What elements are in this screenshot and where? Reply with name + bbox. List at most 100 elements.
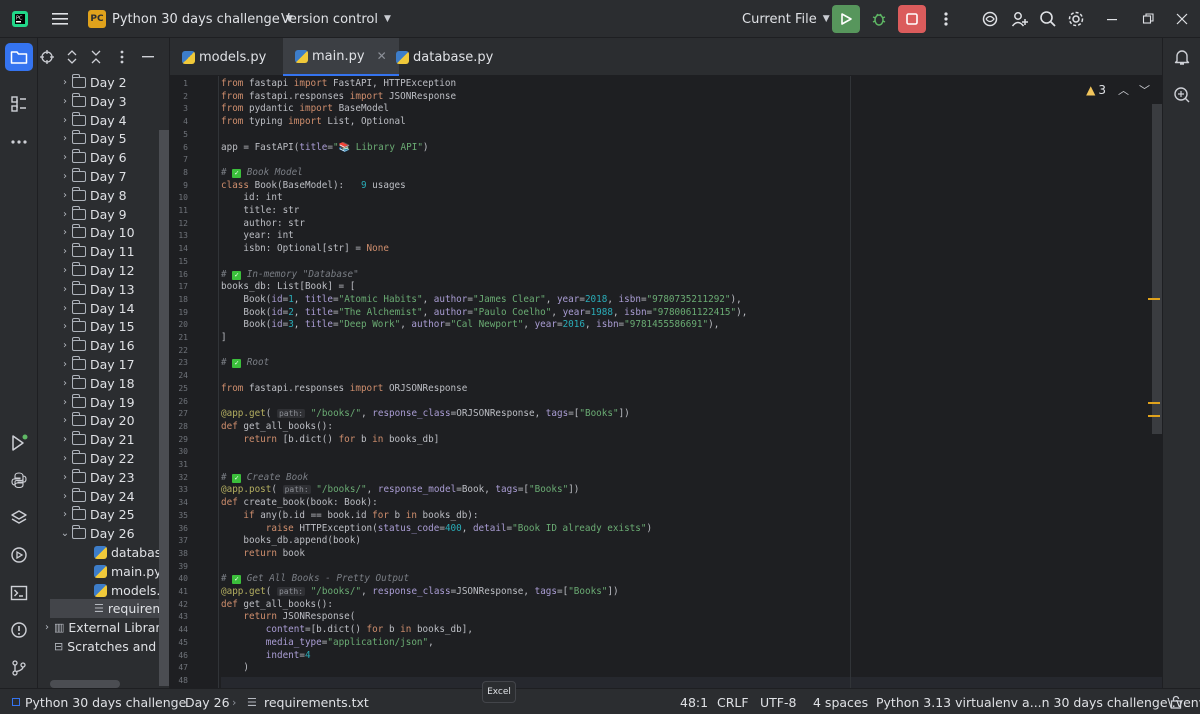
line-number[interactable]: 47 [170,662,188,675]
code-line[interactable]: Book(id=1, title="Atomic Habits", author… [221,294,741,307]
search-icon[interactable] [1034,0,1062,38]
git-tool-button[interactable] [5,654,33,682]
code-line[interactable]: isbn: Optional[str] = None [221,243,389,256]
chevron-right-icon[interactable]: › [58,359,72,370]
line-number[interactable]: 31 [170,459,188,472]
line-number[interactable]: 32 [170,472,188,485]
tree-folder[interactable]: › Day 24 [58,487,135,506]
chevron-right-icon[interactable]: › [58,96,72,107]
chevron-right-icon[interactable]: › [58,434,72,445]
line-number[interactable]: 17 [170,281,188,294]
code-line[interactable]: raise HTTPException(status_code=400, det… [221,523,652,536]
line-number[interactable]: 38 [170,548,188,561]
line-number[interactable]: 41 [170,586,188,599]
line-number[interactable]: 24 [170,370,188,383]
line-number[interactable]: 40 [170,573,188,586]
code-line[interactable]: from fastapi.responses import ORJSONResp… [221,383,467,396]
code-line[interactable]: @app.get( path: "/books/", response_clas… [221,586,619,599]
problems-tool-button[interactable] [5,616,33,644]
code-line[interactable]: def create_book(book: Book): [221,497,378,510]
line-number[interactable]: 12 [170,218,188,231]
more-tools-button[interactable] [5,128,33,156]
locate-icon[interactable] [40,50,54,64]
settings-icon[interactable] [1062,0,1090,38]
code-line[interactable]: author: str [221,218,305,231]
collapse-all-icon[interactable] [90,50,102,64]
chevron-right-icon[interactable]: › [58,321,72,332]
code-line[interactable]: ] [221,332,227,345]
line-number[interactable]: 5 [170,129,188,142]
code-line[interactable]: Book(id=2, title="The Alchemist", author… [221,307,747,320]
close-icon[interactable] [1168,0,1196,38]
chevron-right-icon[interactable]: › [58,152,72,163]
add-user-icon[interactable] [1006,0,1034,38]
line-number[interactable]: 22 [170,345,188,358]
code-line[interactable]: # ✓ Book Model [221,167,303,180]
code-line[interactable]: # ✓ Create Book [221,472,308,485]
code-line[interactable]: books_db.append(book) [221,535,361,548]
more-icon[interactable] [120,50,124,64]
chevron-right-icon[interactable]: › [58,209,72,220]
chevron-down-icon[interactable]: ⌄ [58,528,72,539]
line-number[interactable]: 18 [170,294,188,307]
warning-marker[interactable] [1148,415,1160,417]
tree-folder[interactable]: › Day 25 [58,505,135,524]
tree-vertical-scrollbar[interactable] [159,130,169,686]
notifications-icon[interactable] [1173,48,1191,66]
line-number[interactable]: 10 [170,192,188,205]
restore-icon[interactable] [1134,0,1162,38]
run-tool-button[interactable] [5,429,33,457]
chevron-right-icon[interactable]: › [58,115,72,126]
line-number[interactable]: 25 [170,383,188,396]
tree-folder[interactable]: › Day 9 [58,205,127,224]
ai-assistant-icon[interactable] [976,0,1004,38]
line-number[interactable]: 19 [170,307,188,320]
code-line[interactable]: from typing import List, Optional [221,116,406,129]
python-packages-button[interactable] [5,466,33,494]
code-line[interactable]: from fastapi.responses import JSONRespon… [221,91,456,104]
tree-file[interactable]: main.py [94,562,162,581]
tree-folder[interactable]: › Day 10 [58,223,135,242]
tree-folder[interactable]: › Day 3 [58,92,127,111]
project-tool-button[interactable] [5,43,33,71]
code-line[interactable]: media_type="application/json", [221,637,434,650]
tree-folder[interactable]: › Day 22 [58,449,135,468]
tree-external-libraries[interactable]: › ▥ External Libraries [40,618,169,637]
tree-folder[interactable]: › Day 13 [58,280,135,299]
chevron-right-icon[interactable]: › [58,284,72,295]
code-line[interactable]: # ✓ Root [221,357,269,370]
previous-highlight-icon[interactable]: ︿ [1118,82,1129,98]
code-line[interactable]: from pydantic import BaseModel [221,103,389,116]
code-line[interactable]: def get_all_books(): [221,599,333,612]
next-highlight-icon[interactable]: ﹀ [1139,82,1150,98]
code-line[interactable]: return book [221,548,305,561]
problems-indicator[interactable]: ▲ 3 ︿ ﹀ [1086,82,1150,98]
chevron-right-icon[interactable]: › [58,340,72,351]
run-button[interactable] [832,0,860,38]
line-number[interactable]: 20 [170,319,188,332]
breadcrumb-folder[interactable]: Day 26 [185,689,230,714]
breadcrumb-project[interactable]: Python 30 days challenge [12,689,186,714]
services-tool-button[interactable] [5,504,33,532]
tree-folder[interactable]: › Day 20 [58,411,135,430]
line-number[interactable]: 34 [170,497,188,510]
code-line[interactable]: year: int [221,230,293,243]
tree-folder[interactable]: ⌄ Day 26 [58,524,135,543]
line-number[interactable]: 39 [170,561,188,574]
stop-button[interactable] [898,0,926,38]
line-separator[interactable]: CRLF [717,689,749,714]
line-number[interactable]: 14 [170,243,188,256]
tree-folder[interactable]: › Day 12 [58,261,135,280]
tree-folder[interactable]: › Day 15 [58,317,135,336]
indent-setting[interactable]: 4 spaces [813,689,868,714]
code-line[interactable]: ) [221,662,249,675]
more-actions-button[interactable] [932,0,960,38]
tab-models-py[interactable]: models.py [170,38,278,76]
chevron-right-icon[interactable]: › [58,190,72,201]
line-number[interactable]: 7 [170,154,188,167]
tab-main-py[interactable]: main.py ✕ [283,38,399,76]
line-number[interactable]: 36 [170,523,188,536]
chevron-right-icon[interactable]: › [58,227,72,238]
chevron-right-icon[interactable]: › [58,133,72,144]
hide-panel-icon[interactable] [142,56,154,58]
